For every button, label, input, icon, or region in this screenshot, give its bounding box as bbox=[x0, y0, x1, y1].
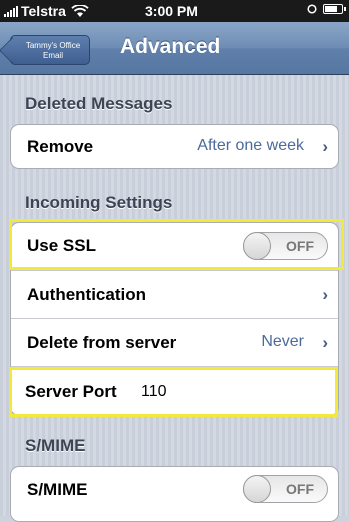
alarm-icon bbox=[307, 4, 317, 14]
navigation-bar: Tammy's Office Email Advanced bbox=[0, 22, 349, 75]
chevron-right-icon: › bbox=[322, 137, 328, 156]
delete-from-server-row[interactable]: Delete from server Never › bbox=[11, 319, 338, 366]
status-bar: Telstra 3:00 PM bbox=[0, 0, 349, 22]
wifi-icon bbox=[71, 4, 89, 17]
authentication-label: Authentication bbox=[27, 285, 146, 304]
use-ssl-toggle[interactable]: OFF bbox=[243, 232, 328, 260]
signal-icon bbox=[4, 5, 18, 17]
deleted-messages-group: Remove After one week › bbox=[10, 124, 339, 169]
status-left: Telstra bbox=[4, 3, 89, 19]
toggle-knob bbox=[243, 232, 271, 260]
status-right bbox=[307, 4, 346, 14]
battery-icon bbox=[323, 4, 346, 14]
smime-group: S/MIME OFF bbox=[10, 466, 339, 522]
chevron-right-icon: › bbox=[322, 285, 328, 304]
chevron-right-icon: › bbox=[322, 333, 328, 352]
carrier-name: Telstra bbox=[21, 3, 66, 19]
authentication-row[interactable]: Authentication › bbox=[11, 271, 338, 318]
section-header-incoming-settings: Incoming Settings bbox=[25, 193, 173, 212]
smime-toggle[interactable]: OFF bbox=[243, 475, 328, 503]
smime-row: S/MIME OFF bbox=[11, 467, 338, 514]
status-time: 3:00 PM bbox=[145, 3, 198, 19]
server-port-label: Server Port bbox=[25, 382, 117, 401]
use-ssl-label: Use SSL bbox=[27, 236, 96, 255]
back-button-label: Tammy's Office Email bbox=[25, 41, 81, 60]
incoming-settings-group: Use SSL OFF Authentication › Delete from… bbox=[10, 222, 339, 416]
server-port-input[interactable]: 110 bbox=[141, 383, 167, 401]
section-header-deleted-messages: Deleted Messages bbox=[25, 94, 173, 113]
back-button[interactable]: Tammy's Office Email bbox=[10, 35, 90, 65]
remove-label: Remove bbox=[27, 137, 94, 156]
remove-value: After one week bbox=[197, 137, 304, 154]
toggle-knob bbox=[243, 475, 271, 503]
use-ssl-row: Use SSL OFF bbox=[11, 223, 338, 270]
delete-from-server-value: Never bbox=[261, 333, 304, 350]
smime-label: S/MIME bbox=[27, 480, 88, 499]
page-title: Advanced bbox=[120, 35, 221, 58]
smime-toggle-state: OFF bbox=[286, 481, 314, 497]
section-header-smime: S/MIME bbox=[25, 436, 86, 455]
remove-row[interactable]: Remove After one week › bbox=[11, 125, 338, 168]
server-port-row: Server Port 110 bbox=[11, 367, 338, 415]
delete-from-server-label: Delete from server bbox=[27, 333, 177, 352]
use-ssl-toggle-state: OFF bbox=[286, 238, 314, 254]
